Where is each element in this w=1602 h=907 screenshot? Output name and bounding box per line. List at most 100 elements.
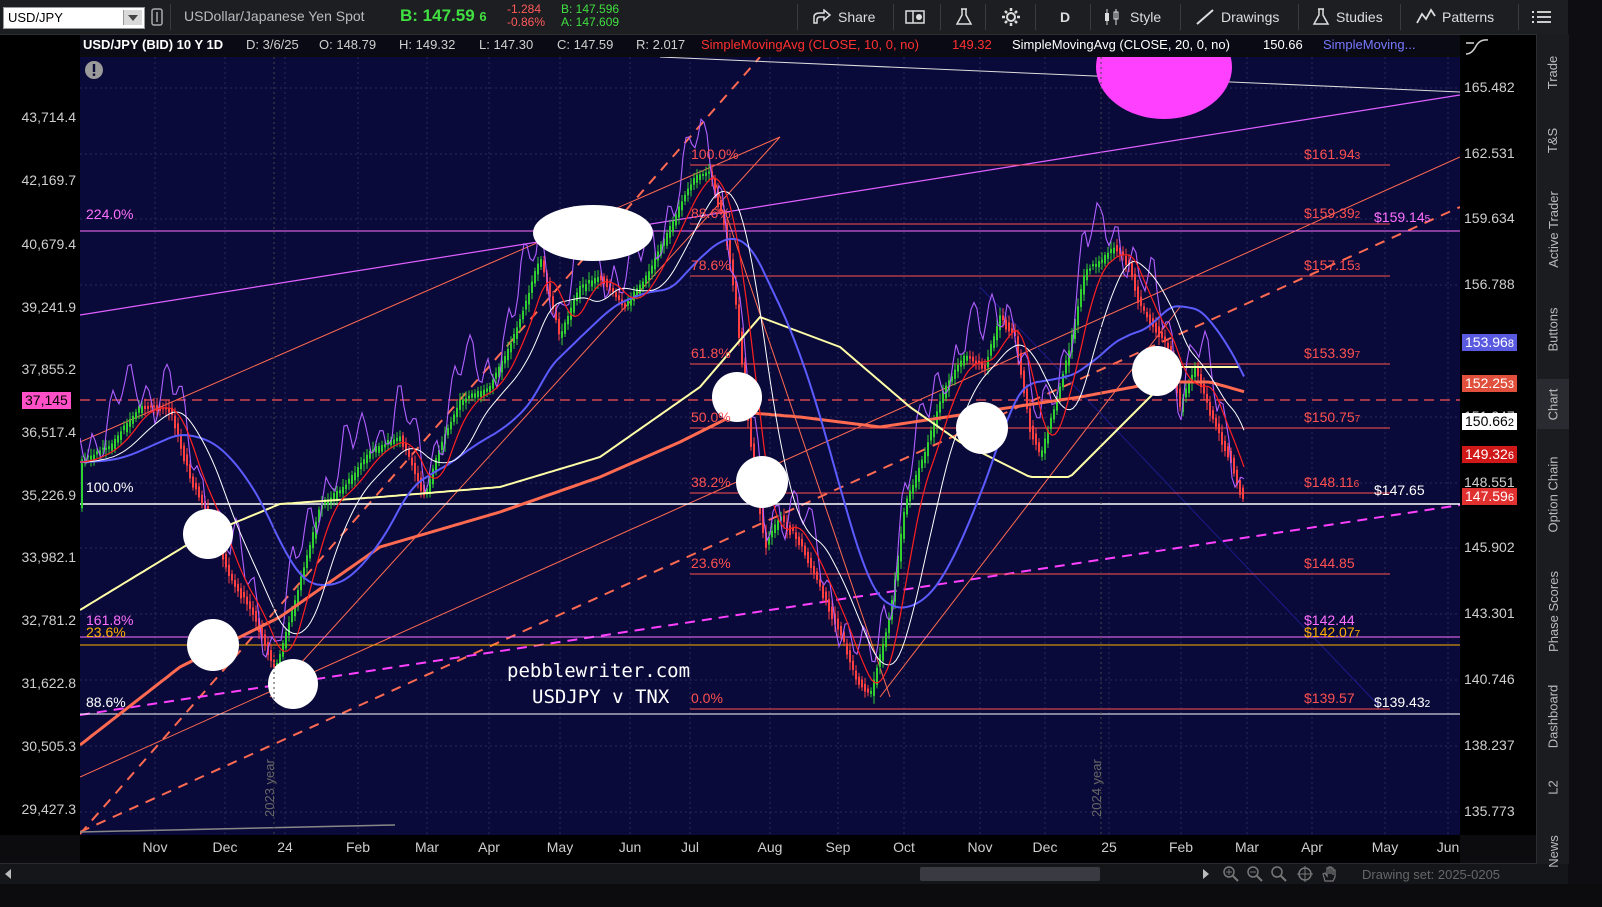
chart-canvas[interactable]: 2023 year 2024 year pebblewriter.com USD…	[80, 57, 1460, 835]
left-axis-label: 32,781.2	[21, 612, 77, 628]
scroll-left-icon[interactable]	[0, 866, 16, 882]
year-2023-label: 2023 year	[262, 759, 277, 817]
magenta-price-label: $159.145	[1374, 209, 1431, 225]
time-axis-label: Apr	[1301, 839, 1323, 855]
symbol-selector[interactable]: USD/JPY	[3, 7, 145, 29]
sidebar-tab-l2[interactable]: L2	[1537, 762, 1569, 812]
time-axis-label: Sep	[825, 839, 851, 855]
flask-icon[interactable]	[955, 6, 973, 28]
sma50-line	[80, 238, 1245, 609]
link-icon[interactable]	[150, 6, 164, 28]
patterns-icon	[1416, 8, 1436, 24]
status-strip	[0, 884, 1602, 907]
share-button[interactable]: Share	[812, 6, 875, 28]
fib-price-label: $139.57	[1304, 690, 1355, 706]
sidebar-tab-active-trader[interactable]: Active Trader	[1537, 174, 1569, 284]
scroll-right-icon[interactable]	[1198, 866, 1214, 882]
chevron-down-icon[interactable]	[123, 10, 142, 25]
sidebar-tab-phase-scores[interactable]: Phase Scores	[1537, 554, 1569, 669]
left-axis-label: 40,679.4	[21, 236, 77, 252]
left-axis-label: 37,855.2	[21, 361, 77, 377]
fib-price-label: $144.85	[1304, 555, 1355, 571]
sidebar-tab-t-s[interactable]: T&S	[1537, 114, 1569, 166]
sidebar-tab-news[interactable]: News	[1537, 824, 1569, 879]
chart-scrollbar[interactable]: Drawing set: 2025-0205	[0, 863, 1568, 885]
sidebar-tab-buttons[interactable]: Buttons	[1537, 289, 1569, 369]
price-chart[interactable]: 2023 year 2024 year pebblewriter.com USD…	[80, 57, 1460, 835]
time-axis-label: Jun	[618, 839, 642, 855]
layout-icon[interactable]	[905, 6, 927, 28]
price-change: -1.284 -0.86%	[507, 2, 546, 29]
fib-level-label: 0.0%	[691, 690, 723, 706]
sidebar-tab-chart[interactable]: Chart	[1537, 379, 1569, 429]
left-axis-label: 29,427.3	[21, 801, 77, 817]
bar-range: R: 2.017	[636, 37, 686, 52]
time-axis[interactable]: Nov Dec 24 Feb Mar Apr May Jun Jul Aug Sep Oct Nov De…	[80, 835, 1460, 863]
time-axis-label: Jul	[681, 839, 699, 855]
sma10-label[interactable]: SimpleMovingAvg (CLOSE, 10, 0, no)	[701, 37, 919, 52]
right-axis-label: 143.301	[1464, 605, 1515, 621]
patterns-button[interactable]: Patterns	[1416, 6, 1494, 28]
fib-price-label: $161.943	[1304, 146, 1361, 162]
chart-settings-icon	[1465, 39, 1489, 55]
flask-icon	[1312, 8, 1330, 25]
watermark-site: pebblewriter.com	[507, 660, 690, 682]
scroll-thumb[interactable]	[920, 867, 1100, 881]
watermark-pair: USDJPY v TNX	[532, 686, 670, 708]
left-axis-label: 31,622.8	[21, 675, 77, 691]
right-price-badge: 150.662	[1462, 413, 1517, 430]
fib-level-label: 88.6%	[691, 205, 731, 221]
alert-icon[interactable]	[85, 61, 103, 79]
fib-left-label: 88.6%	[86, 694, 126, 710]
time-axis-label: Dec	[212, 839, 238, 855]
studies-button[interactable]: Studies	[1312, 6, 1383, 28]
time-axis-label: Mar	[1234, 839, 1260, 855]
fib-level-label: 38.2%	[691, 474, 731, 490]
right-price-badge: 152.253	[1462, 375, 1517, 392]
right-axis-label: 159.634	[1464, 210, 1515, 226]
sidebar-tab-dashboard[interactable]: Dashboard	[1537, 674, 1569, 759]
fib-price-label: $157.153	[1304, 257, 1361, 273]
fibonacci-levels	[690, 164, 1390, 710]
sma20-value: 150.66	[1263, 37, 1303, 52]
white-price-label: $139.432	[1374, 694, 1431, 710]
left-axis-label: 36,517.4	[21, 424, 77, 440]
right-axis-label: 135.773	[1464, 803, 1515, 819]
sma20-label[interactable]: SimpleMovingAvg (CLOSE, 20, 0, no)	[1012, 37, 1230, 52]
menu-icon[interactable]	[1532, 6, 1552, 28]
right-price-badge: 153.968	[1462, 334, 1517, 351]
right-price-badge: 147.596	[1462, 488, 1517, 505]
time-axis-label: May	[546, 839, 574, 855]
fib-level-label: 50.0%	[691, 409, 731, 425]
sidebar-tab-option-chain[interactable]: Option Chain	[1537, 439, 1569, 549]
tnx-line	[80, 118, 1245, 663]
time-axis-label: Aug	[757, 839, 783, 855]
time-axis-label: Nov	[142, 839, 168, 855]
left-price-axis[interactable]: 43,714.4 42,169.7 40,679.4 39,241.9 37,855.2…	[0, 35, 80, 835]
drawing-set-label[interactable]: Drawing set: 2025-0205	[1362, 867, 1500, 882]
fib-price-label: $150.757	[1304, 409, 1361, 425]
bar-low: L: 147.30	[479, 37, 534, 52]
symbol-text: USD/JPY	[8, 10, 63, 25]
left-axis-label: 42,169.7	[21, 172, 77, 188]
drawings-button[interactable]: Drawings	[1195, 6, 1279, 28]
left-axis-label: 33,982.1	[21, 549, 77, 565]
top-toolbar: USD/JPY USDollar/Japanese Yen Spot B: 14…	[0, 0, 1568, 35]
time-axis-label: Oct	[893, 839, 915, 855]
gear-icon[interactable]	[1002, 6, 1020, 28]
fib-left-label: 23.6%	[86, 624, 126, 640]
fib-level-label: 78.6%	[691, 257, 731, 273]
right-price-axis[interactable]: 165.482162.531159.634156.788151.247148.5…	[1460, 35, 1536, 835]
sma-more-label[interactable]: SimpleMoving...	[1323, 37, 1415, 52]
style-button[interactable]: Style	[1102, 6, 1161, 28]
time-axis-label: Jun	[1436, 839, 1460, 855]
chart-info-bar: USD/JPY (BID) 10 Y 1D D: 3/6/25 O: 148.7…	[80, 35, 1460, 55]
right-axis-label: 165.482	[1464, 79, 1515, 95]
aggregation-button[interactable]: D	[1060, 6, 1070, 28]
share-icon	[813, 9, 832, 24]
time-axis-label: 24	[277, 839, 293, 855]
sidebar-tab-trade[interactable]: Trade	[1537, 42, 1569, 102]
fib-left-label: 224.0%	[86, 206, 133, 222]
sma10-value: 149.32	[952, 37, 992, 52]
fib-price-label: $159.392	[1304, 205, 1361, 221]
